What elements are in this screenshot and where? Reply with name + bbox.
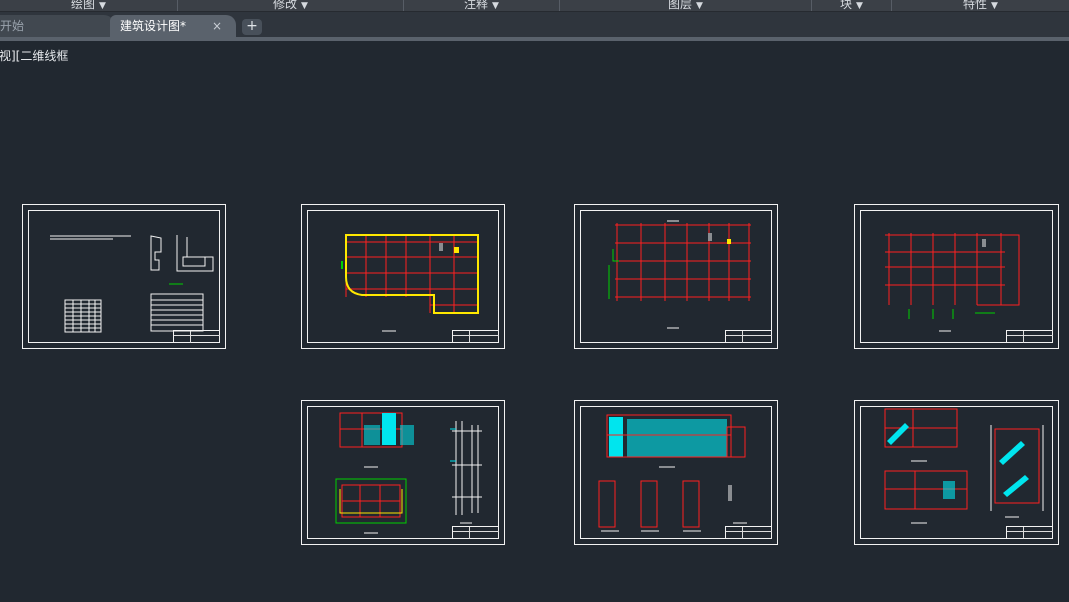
drawing-linework [50,235,214,333]
ribbon-panel-label: 块 [840,0,853,11]
ribbon-panel-label: 修改 [273,0,298,11]
ribbon-panel-properties[interactable]: 特性 ▼ [892,0,1069,11]
elevation-detail-sheet[interactable] [301,400,505,545]
drawing-linework [598,414,747,532]
chevron-down-icon: ▼ [696,1,703,11]
second-floor-plan-sheet[interactable] [574,204,778,349]
chevron-down-icon: ▼ [856,1,863,11]
ribbon-panel-label: 绘图 [71,0,96,11]
section-stair-sheet[interactable] [854,400,1059,545]
ribbon-panel-annotate[interactable]: 注释 ▼ [404,0,560,11]
ribbon-panel-draw[interactable]: 绘图 ▼ [0,0,178,11]
ribbon-panel-layers[interactable]: 图层 ▼ [560,0,812,11]
drawing-linework [335,412,482,534]
ribbon-panel-bar: 绘图 ▼ 修改 ▼ 注释 ▼ 图层 ▼ 块 ▼ 特性 ▼ [0,0,1069,12]
ribbon-panel-label: 注释 [464,0,489,11]
first-floor-plan-sheet[interactable] [301,204,505,349]
chevron-down-icon: ▼ [991,1,998,11]
drawing-linework [341,234,479,332]
tab-underline [0,37,1069,41]
close-tab-icon[interactable]: × [212,15,222,38]
ribbon-panel-modify[interactable]: 修改 ▼ [178,0,404,11]
viewport-controls-label[interactable]: 视][二维线框 [0,47,68,64]
drawing-linework [884,408,1044,524]
ribbon-panel-label: 特性 [963,0,988,11]
new-tab-button[interactable]: + [242,19,262,35]
ribbon-panel-block[interactable]: 块 ▼ [812,0,892,11]
cover-notes-sheet[interactable] [22,204,226,349]
front-elevation-sheet[interactable] [574,400,778,545]
ribbon-panel-label: 图层 [668,0,693,11]
chevron-down-icon: ▼ [492,1,499,11]
third-floor-plan-sheet[interactable] [854,204,1059,349]
drawing-linework [608,220,751,329]
drawing-linework [885,233,1020,332]
tab-start[interactable]: 开始 [0,15,114,38]
file-tab-bar: 开始 建筑设计图* × [0,12,1069,38]
chevron-down-icon: ▼ [301,1,308,11]
chevron-down-icon: ▼ [99,1,106,11]
